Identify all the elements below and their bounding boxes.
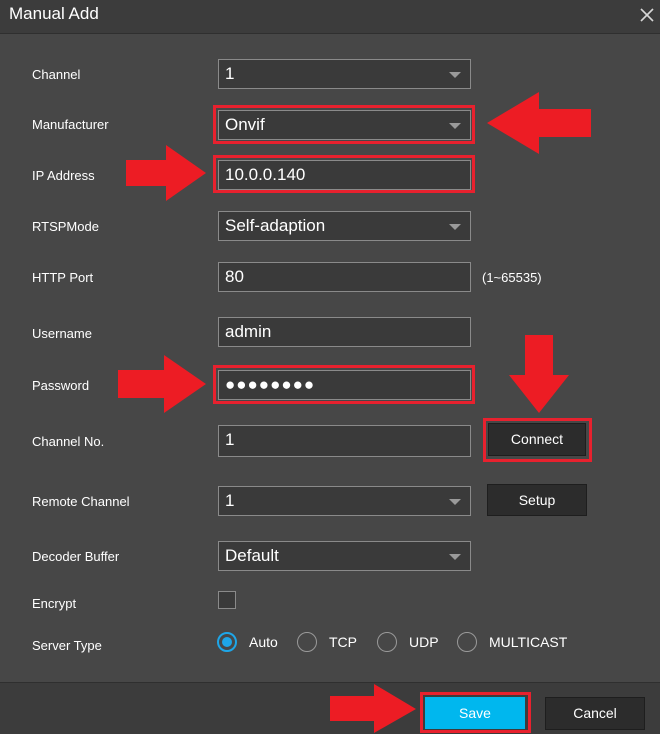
- channel-no-value: 1: [225, 430, 235, 449]
- chevron-down-icon: [449, 123, 461, 129]
- encrypt-checkbox[interactable]: [218, 591, 236, 609]
- close-icon[interactable]: [636, 4, 658, 26]
- channel-select[interactable]: 1: [218, 59, 471, 89]
- chevron-down-icon: [449, 224, 461, 230]
- arrow-down-icon: [509, 335, 569, 413]
- server-type-radio-udp[interactable]: [377, 632, 397, 652]
- rtsp-mode-value: Self-adaption: [225, 216, 326, 235]
- save-button[interactable]: Save: [425, 697, 525, 729]
- http-port-label: HTTP Port: [32, 270, 94, 285]
- password-value: ●●●●●●●●: [225, 375, 316, 394]
- manufacturer-value: Onvif: [225, 115, 265, 134]
- remote-channel-select[interactable]: 1: [218, 486, 471, 516]
- server-type-radio-tcp[interactable]: [297, 632, 317, 652]
- remote-channel-label: Remote Channel: [32, 494, 130, 509]
- remote-channel-value: 1: [225, 491, 235, 510]
- username-field[interactable]: admin: [218, 317, 471, 347]
- decoder-buffer-select[interactable]: Default: [218, 541, 471, 571]
- cancel-button[interactable]: Cancel: [545, 697, 645, 730]
- setup-button[interactable]: Setup: [487, 484, 587, 516]
- chevron-down-icon: [449, 554, 461, 560]
- rtsp-mode-label: RTSPMode: [32, 219, 99, 234]
- ip-address-field[interactable]: 10.0.0.140: [218, 160, 471, 190]
- arrow-right-icon: [126, 145, 206, 201]
- dialog-titlebar: Manual Add: [0, 0, 660, 34]
- dialog-title: Manual Add: [9, 4, 99, 23]
- channel-label: Channel: [32, 67, 81, 82]
- arrow-left-icon: [487, 92, 591, 154]
- rtsp-mode-select[interactable]: Self-adaption: [218, 211, 471, 241]
- ip-address-value: 10.0.0.140: [225, 165, 306, 184]
- decoder-buffer-value: Default: [225, 546, 279, 565]
- server-type-radio-auto[interactable]: [217, 632, 237, 652]
- channel-no-label: Channel No.: [32, 434, 105, 449]
- connect-button[interactable]: Connect: [488, 423, 586, 456]
- password-label: Password: [32, 378, 90, 393]
- server-type-option-label: UDP: [409, 634, 439, 650]
- ip-address-label: IP Address: [32, 168, 95, 183]
- channel-value: 1: [225, 64, 235, 83]
- channel-no-field[interactable]: 1: [218, 425, 471, 457]
- password-field[interactable]: ●●●●●●●●: [218, 370, 471, 400]
- server-type-option-label: Auto: [249, 634, 278, 650]
- arrow-right-icon: [118, 355, 206, 413]
- server-type-label: Server Type: [32, 638, 102, 653]
- http-port-field[interactable]: 80: [218, 262, 471, 292]
- http-port-range-hint: (1~65535): [482, 270, 542, 285]
- manufacturer-label: Manufacturer: [32, 117, 109, 132]
- manufacturer-select[interactable]: Onvif: [218, 110, 471, 140]
- decoder-buffer-label: Decoder Buffer: [32, 549, 120, 564]
- server-type-option-label: MULTICAST: [489, 634, 568, 650]
- username-label: Username: [32, 326, 92, 341]
- server-type-radio-multicast[interactable]: [457, 632, 477, 652]
- encrypt-label: Encrypt: [32, 596, 77, 611]
- chevron-down-icon: [449, 72, 461, 78]
- username-value: admin: [225, 322, 272, 341]
- server-type-option-label: TCP: [329, 634, 357, 650]
- http-port-value: 80: [225, 267, 244, 286]
- chevron-down-icon: [449, 499, 461, 505]
